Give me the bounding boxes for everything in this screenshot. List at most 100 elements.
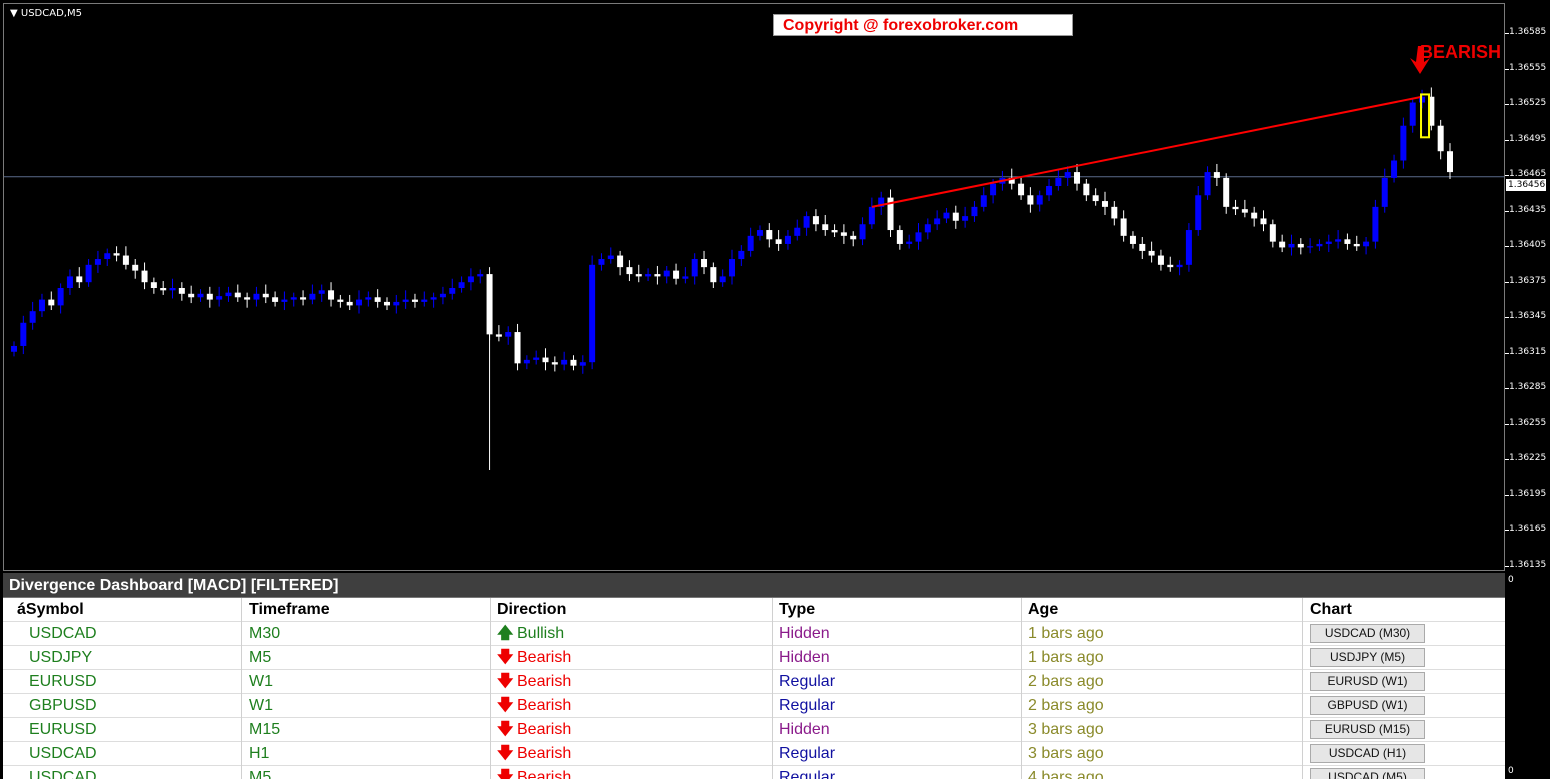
candle-body xyxy=(1064,172,1071,178)
row-direction-text: Bearish xyxy=(517,697,572,714)
arrow-down-icon: 🡇 xyxy=(497,697,514,714)
arrow-down-icon: 🡇 xyxy=(497,769,514,779)
row-direction-text: Bearish xyxy=(517,673,572,690)
dashboard-title[interactable]: Divergence Dashboard [MACD] [FILTERED] xyxy=(3,573,1505,598)
candle-body xyxy=(29,311,36,323)
chart-window[interactable]: ▼ USDCAD,M5 Copyright @ forexobroker.com… xyxy=(0,0,1550,573)
row-symbol: EURUSD xyxy=(29,673,97,690)
candle-body xyxy=(1447,151,1453,173)
candle-body xyxy=(1344,239,1351,244)
candle-body xyxy=(589,264,596,363)
row-symbol: USDJPY xyxy=(29,649,93,666)
indicator-axis-zero-top: 0 xyxy=(1508,575,1514,585)
candle-body xyxy=(104,253,111,260)
copyright-label: Copyright @ forexobroker.com xyxy=(773,14,1073,36)
candle-body xyxy=(1437,125,1444,152)
arrow-up-icon: 🡅 xyxy=(497,625,514,642)
price-tick-label: 1.36585 xyxy=(1509,27,1547,37)
candle-body xyxy=(383,301,390,306)
candle-body xyxy=(1288,243,1295,248)
price-tick-label: 1.36165 xyxy=(1509,524,1547,534)
candle-body xyxy=(896,230,903,244)
row-direction-text: Bearish xyxy=(517,769,572,779)
candle-body xyxy=(38,299,45,312)
candle-body xyxy=(346,301,353,306)
candle-body xyxy=(729,259,735,277)
price-tick-label: 1.36345 xyxy=(1509,311,1547,321)
candle-body xyxy=(365,297,372,300)
row-timeframe: H1 xyxy=(249,745,270,762)
candle-body xyxy=(784,235,791,244)
candle-body xyxy=(962,216,969,221)
candle-body xyxy=(244,297,251,300)
table-row[interactable]: USDJPY M5 🡇 Bearish Hidden 1 bars ago USDJPY (… xyxy=(3,646,1505,670)
indicator-axis-zero-bottom: 0 xyxy=(1508,766,1514,776)
candle-body xyxy=(691,259,698,277)
row-symbol: USDCAD xyxy=(29,625,97,642)
candle-body xyxy=(1111,206,1118,219)
symbol-timeframe-label: ▼ USDCAD,M5 xyxy=(10,8,82,19)
candle-body xyxy=(458,282,465,288)
divergence-dashboard: Divergence Dashboard [MACD] [FILTERED] á… xyxy=(3,573,1505,779)
table-header-row: áSymbol Timeframe Direction Type Age Cha… xyxy=(3,598,1505,622)
table-row[interactable]: USDCAD H1 🡇 Bearish Regular 3 bars ago USDCAD … xyxy=(3,742,1505,766)
candle-body xyxy=(11,345,17,352)
table-row[interactable]: USDCAD M5 🡇 Bearish Regular 4 bars ago USDCAD … xyxy=(3,766,1505,779)
candle-body xyxy=(1167,264,1174,268)
header-direction[interactable]: Direction xyxy=(497,598,566,622)
candle-body xyxy=(113,253,120,256)
candle-body xyxy=(1157,255,1164,265)
header-symbol[interactable]: áSymbol xyxy=(17,598,84,622)
candle-body xyxy=(122,255,129,265)
row-type: Hidden xyxy=(779,625,830,642)
header-timeframe[interactable]: Timeframe xyxy=(249,598,330,622)
candle-body xyxy=(943,212,950,219)
candle-body xyxy=(635,274,642,277)
candle-body xyxy=(673,270,680,279)
candle-body xyxy=(206,293,213,300)
table-row[interactable]: GBPUSD W1 🡇 Bearish Regular 2 bars ago GBPUSD … xyxy=(3,694,1505,718)
open-chart-button[interactable]: USDCAD (M30) xyxy=(1310,624,1425,643)
candle-body xyxy=(626,267,633,275)
candle-body xyxy=(393,301,400,306)
table-row[interactable]: USDCAD M30 🡅 Bullish Hidden 1 bars ago USDCAD … xyxy=(3,622,1505,646)
candle-body xyxy=(915,232,922,242)
open-chart-button[interactable]: USDCAD (H1) xyxy=(1310,744,1425,763)
arrow-down-icon: 🡇 xyxy=(497,745,514,762)
candle-body xyxy=(300,297,307,300)
candle-body xyxy=(430,297,437,300)
row-age: 4 bars ago xyxy=(1028,769,1104,779)
candle-body xyxy=(1120,218,1127,236)
column-divider xyxy=(1302,598,1303,779)
price-tick-label: 1.36315 xyxy=(1509,346,1547,357)
candle-body xyxy=(1391,160,1398,178)
header-chart[interactable]: Chart xyxy=(1310,598,1352,622)
row-timeframe: M15 xyxy=(249,721,281,738)
candle-body xyxy=(1195,195,1202,231)
row-age: 2 bars ago xyxy=(1028,673,1104,690)
open-chart-button[interactable]: EURUSD (M15) xyxy=(1310,720,1425,739)
candle-body xyxy=(225,292,232,297)
table-row[interactable]: EURUSD M15 🡇 Bearish Hidden 3 bars ago EURUSD … xyxy=(3,718,1505,742)
candle-body xyxy=(477,274,484,277)
open-chart-button[interactable]: EURUSD (W1) xyxy=(1310,672,1425,691)
candle-body xyxy=(411,299,418,302)
candle-body xyxy=(1139,243,1146,251)
candle-body xyxy=(374,297,381,302)
table-row[interactable]: EURUSD W1 🡇 Bearish Regular 2 bars ago EURUSD … xyxy=(3,670,1505,694)
candle-body xyxy=(766,230,773,240)
open-chart-button[interactable]: USDJPY (M5) xyxy=(1310,648,1425,667)
row-type: Regular xyxy=(779,745,836,762)
candle-body xyxy=(747,235,754,251)
candle-body xyxy=(1055,177,1062,186)
header-age[interactable]: Age xyxy=(1028,598,1058,622)
candle-body xyxy=(402,299,409,302)
open-chart-button[interactable]: USDCAD (M5) xyxy=(1310,768,1425,779)
open-chart-button[interactable]: GBPUSD (W1) xyxy=(1310,696,1425,715)
candle-body xyxy=(831,230,838,233)
dashboard-rows: USDCAD M30 🡅 Bullish Hidden 1 bars ago USDCAD … xyxy=(3,622,1505,779)
divergence-trendline xyxy=(871,95,1423,208)
header-type[interactable]: Type xyxy=(779,598,815,622)
price-chart[interactable]: ▼ USDCAD,M5 xyxy=(3,3,1505,571)
candle-body xyxy=(1083,183,1090,196)
